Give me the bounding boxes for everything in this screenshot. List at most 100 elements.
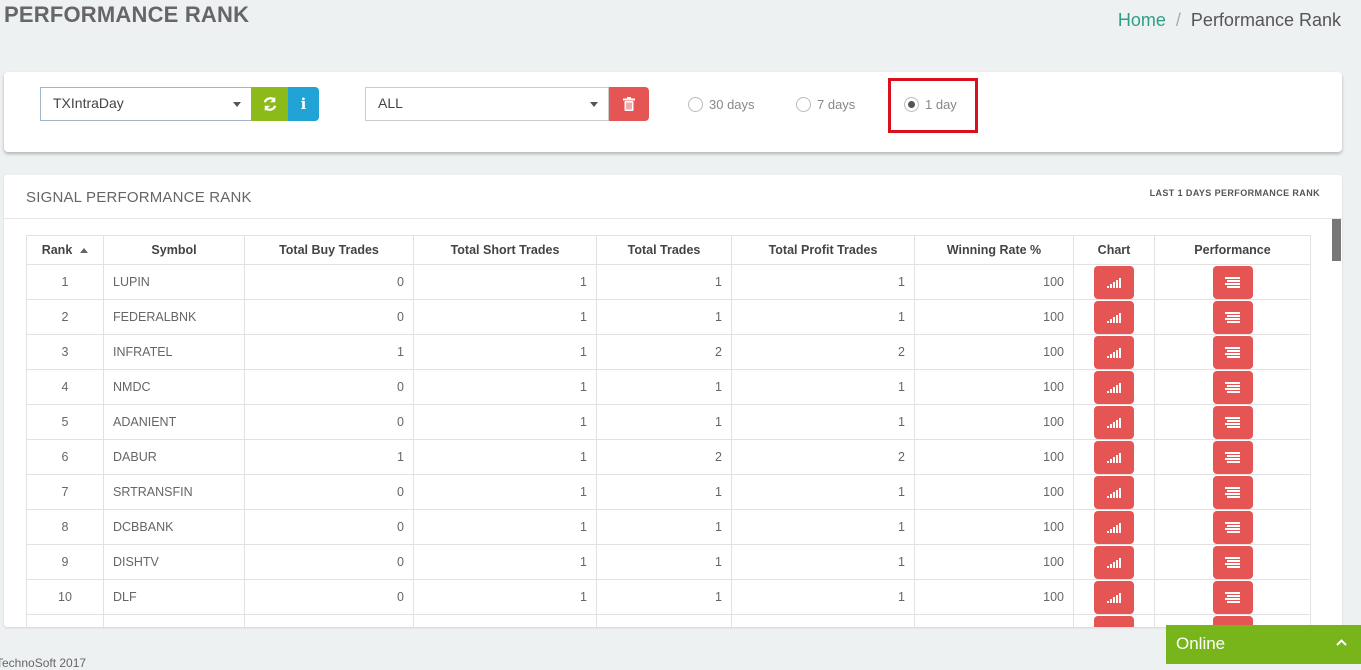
strategy-select[interactable]: TXIntraDay [40, 87, 252, 121]
radio-circle[interactable] [796, 97, 811, 112]
performance-button[interactable] [1212, 580, 1253, 614]
cell-winning-rate: 100 [914, 334, 1074, 370]
cell-performance [1154, 404, 1311, 440]
performance-button[interactable] [1212, 405, 1253, 439]
table-header-row: Rank Symbol Total Buy Trades Total Short… [26, 235, 1311, 265]
chart-button[interactable] [1094, 475, 1134, 509]
list-icon [1225, 381, 1240, 393]
cell-performance [1154, 334, 1311, 370]
table-row: 5 ADANIENT 0 1 1 1 100 [26, 404, 1311, 440]
cell-rank: 8 [26, 509, 104, 545]
caret-down-icon [590, 102, 598, 107]
performance-button[interactable] [1212, 440, 1253, 474]
caret-down-icon [233, 102, 241, 107]
chart-button[interactable] [1094, 405, 1134, 439]
chart-button[interactable] [1094, 615, 1134, 627]
page-title: PERFORMANCE RANK [4, 2, 250, 27]
bar-chart-icon [1107, 557, 1121, 568]
performance-button[interactable] [1212, 510, 1253, 544]
cell-total-buy-trades: 1 [244, 439, 414, 475]
selection-highlight [888, 78, 978, 133]
refresh-button[interactable] [251, 87, 288, 121]
period-30-days-radio[interactable]: 30 days [688, 97, 755, 112]
online-chat-bar[interactable]: Online [1166, 625, 1361, 664]
cell-winning-rate: 100 [914, 579, 1074, 615]
trash-icon [623, 97, 635, 111]
table-row: 9 DISHTV 0 1 1 1 100 [26, 544, 1311, 580]
cell-total-buy-trades: 0 [244, 509, 414, 545]
footer-copyright: TechnoSoft 2017 [0, 656, 87, 670]
chart-button[interactable] [1094, 300, 1134, 334]
performance-button[interactable] [1212, 335, 1253, 369]
performance-button[interactable] [1212, 545, 1253, 579]
col-header-total-profit-trades[interactable]: Total Profit Trades [731, 235, 915, 265]
chevron-up-icon[interactable] [1336, 639, 1347, 646]
cell-total-buy-trades: 0 [244, 264, 414, 300]
cell-rank: 1 [26, 264, 104, 300]
cell-total-buy-trades: 1 [244, 334, 414, 370]
col-header-symbol[interactable]: Symbol [103, 235, 245, 265]
cell-winning-rate: 100 [914, 439, 1074, 475]
col-header-total-trades[interactable]: Total Trades [596, 235, 732, 265]
cell-total-trades: 1 [596, 579, 732, 615]
cell-total-short-trades: 1 [413, 579, 597, 615]
cell-total-short-trades: 1 [413, 334, 597, 370]
bar-chart-icon [1107, 522, 1121, 533]
breadcrumb-current: Performance Rank [1190, 10, 1341, 30]
performance-button[interactable] [1212, 475, 1253, 509]
cell-rank: 9 [26, 544, 104, 580]
cell-rank: 10 [26, 579, 104, 615]
cell-chart [1073, 264, 1155, 300]
delete-button[interactable] [609, 87, 649, 121]
bar-chart-icon [1107, 312, 1121, 323]
bar-chart-icon [1107, 277, 1121, 288]
segment-select[interactable]: ALL [365, 87, 609, 121]
cell-total-profit-trades: 1 [731, 264, 915, 300]
cell-rank: 4 [26, 369, 104, 405]
chart-button[interactable] [1094, 265, 1134, 299]
chart-button[interactable] [1094, 370, 1134, 404]
chart-button[interactable] [1094, 580, 1134, 614]
cell-total-buy-trades: 0 [244, 404, 414, 440]
cell-winning-rate: 100 [914, 614, 1074, 627]
radio-circle[interactable] [688, 97, 703, 112]
col-header-total-buy-trades[interactable]: Total Buy Trades [244, 235, 414, 265]
performance-button[interactable] [1212, 265, 1253, 299]
bar-chart-icon [1107, 452, 1121, 463]
cell-rank: 3 [26, 334, 104, 370]
cell-total-profit-trades: 1 [731, 544, 915, 580]
col-header-total-short-trades[interactable]: Total Short Trades [413, 235, 597, 265]
chart-button[interactable] [1094, 510, 1134, 544]
online-status-label: Online [1176, 634, 1226, 653]
cell-winning-rate: 100 [914, 509, 1074, 545]
chart-button[interactable] [1094, 545, 1134, 579]
cell-total-buy-trades: 0 [244, 369, 414, 405]
col-header-rank[interactable]: Rank [26, 235, 104, 265]
chart-button[interactable] [1094, 335, 1134, 369]
scrollbar-thumb[interactable] [1332, 219, 1341, 261]
cell-performance [1154, 579, 1311, 615]
cell-chart [1073, 509, 1155, 545]
cell-total-trades: 1 [596, 614, 732, 627]
cell-total-buy-trades: 0 [244, 299, 414, 335]
cell-performance [1154, 299, 1311, 335]
signal-performance-card: SIGNAL PERFORMANCE RANK LAST 1 DAYS PERF… [4, 175, 1342, 627]
card-title: SIGNAL PERFORMANCE RANK [26, 189, 252, 206]
cell-performance [1154, 474, 1311, 510]
breadcrumb-home-link[interactable]: Home [1118, 10, 1166, 30]
period-7-days-radio[interactable]: 7 days [796, 97, 855, 112]
performance-button[interactable] [1212, 370, 1253, 404]
breadcrumb-separator: / [1175, 10, 1181, 30]
cell-total-profit-trades: 1 [731, 369, 915, 405]
info-button[interactable]: i [288, 87, 319, 121]
table-row: 4 NMDC 0 1 1 1 100 [26, 369, 1311, 405]
performance-button[interactable] [1212, 300, 1253, 334]
table-scrollbar[interactable] [1331, 219, 1342, 627]
period-label: 30 days [709, 97, 755, 112]
col-header-winning-rate[interactable]: Winning Rate % [914, 235, 1074, 265]
cell-symbol: INFRATEL [103, 334, 245, 370]
cell-rank: 7 [26, 474, 104, 510]
card-header: SIGNAL PERFORMANCE RANK LAST 1 DAYS PERF… [4, 175, 1342, 219]
info-icon: i [300, 95, 307, 113]
chart-button[interactable] [1094, 440, 1134, 474]
